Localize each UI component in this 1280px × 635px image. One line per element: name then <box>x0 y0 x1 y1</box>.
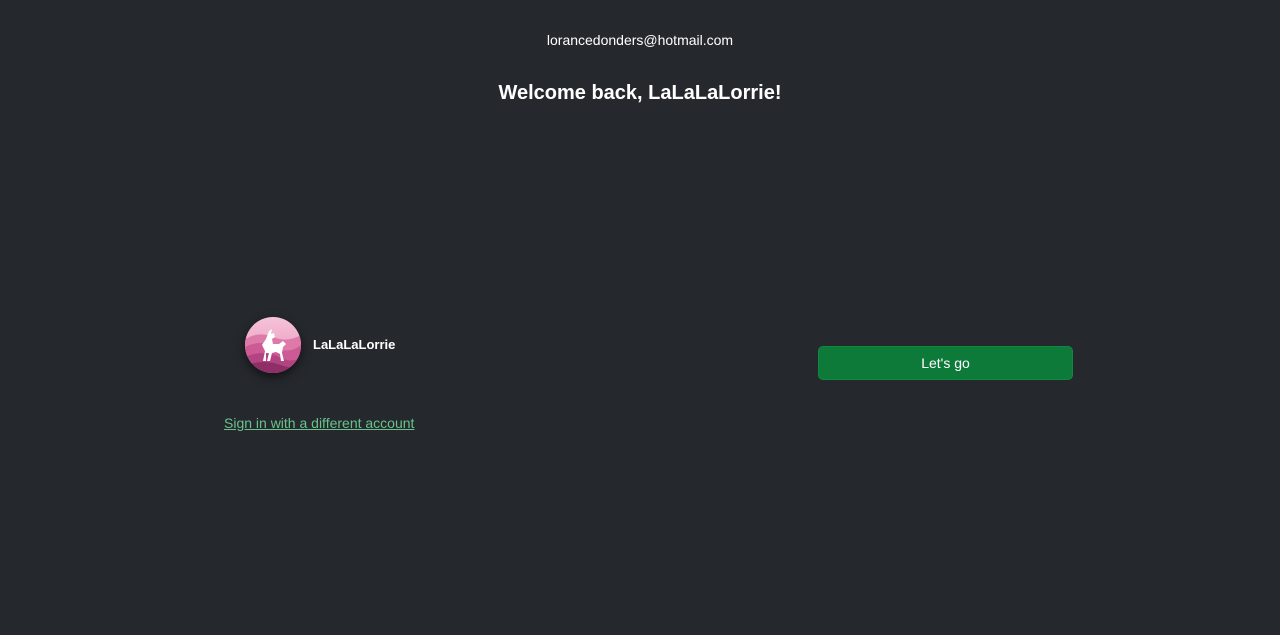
sign-in-different-account-link[interactable]: Sign in with a different account <box>224 415 414 432</box>
account-card: LaLaLaLorrie <box>245 317 395 373</box>
page-title: Welcome back, LaLaLaLorrie! <box>498 82 782 104</box>
lets-go-button[interactable]: Let's go <box>818 346 1073 380</box>
welcome-back-screen: lorancedonders@hotmail.com Welcome back,… <box>0 0 1280 635</box>
unicorn-icon <box>245 317 301 373</box>
account-email: lorancedonders@hotmail.com <box>546 32 734 48</box>
account-display-name: LaLaLaLorrie <box>313 337 396 352</box>
avatar <box>245 317 301 373</box>
